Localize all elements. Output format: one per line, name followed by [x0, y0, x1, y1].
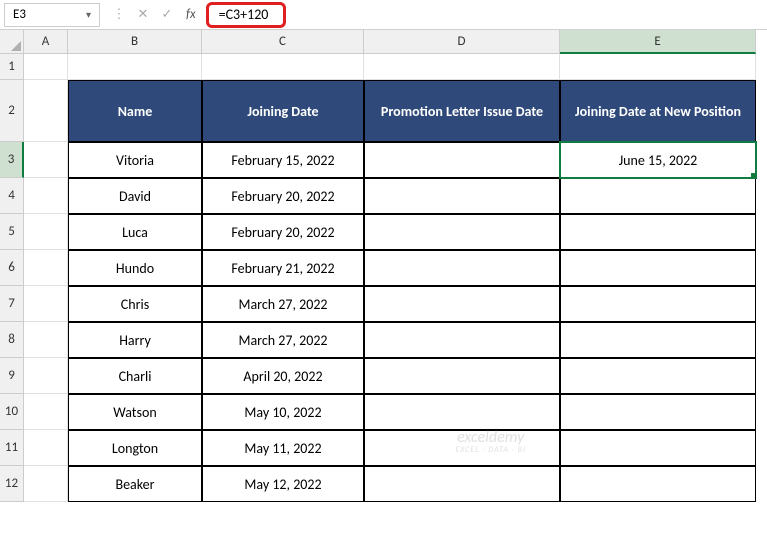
cell[interactable] — [68, 54, 202, 80]
table-cell-promotion[interactable] — [364, 394, 560, 430]
col-header-b[interactable]: B — [68, 30, 202, 54]
table-cell-promotion[interactable] — [364, 286, 560, 322]
row-header[interactable]: 10 — [0, 394, 24, 430]
row-header[interactable]: 9 — [0, 358, 24, 394]
table-cell-new-position[interactable] — [560, 250, 756, 286]
table-cell-joining[interactable]: May 11, 2022 — [202, 430, 364, 466]
table-header-name[interactable]: Name — [68, 80, 202, 142]
row-header[interactable]: 3 — [0, 142, 24, 178]
table-cell-name[interactable]: Longton — [68, 430, 202, 466]
col-header-e[interactable]: E — [560, 30, 756, 54]
table-cell-promotion[interactable] — [364, 214, 560, 250]
column-headers: A B C D E — [24, 30, 756, 54]
table-cell-promotion[interactable] — [364, 178, 560, 214]
table-cell-name[interactable]: Hundo — [68, 250, 202, 286]
cell[interactable] — [24, 142, 68, 178]
table-cell-promotion[interactable] — [364, 250, 560, 286]
table-cell-promotion[interactable] — [364, 358, 560, 394]
table-cell-joining[interactable]: February 21, 2022 — [202, 250, 364, 286]
row-header[interactable]: 12 — [0, 466, 24, 502]
table-cell-name[interactable]: Chris — [68, 286, 202, 322]
formula-input[interactable]: =C3+120 — [206, 2, 286, 28]
table-cell-new-position[interactable] — [560, 286, 756, 322]
name-box[interactable]: E3 ▾ — [4, 3, 100, 27]
table-cell-joining[interactable]: May 12, 2022 — [202, 466, 364, 502]
table-cell-new-position[interactable] — [560, 214, 756, 250]
col-header-a[interactable]: A — [24, 30, 68, 54]
table-cell-new-position[interactable] — [560, 358, 756, 394]
cell[interactable] — [24, 286, 68, 322]
cell[interactable] — [24, 54, 68, 80]
cell[interactable] — [24, 358, 68, 394]
table-cell-new-position[interactable] — [560, 430, 756, 466]
table-cell-name[interactable]: Beaker — [68, 466, 202, 502]
row-header[interactable]: 4 — [0, 178, 24, 214]
table-cell-name[interactable]: Harry — [68, 322, 202, 358]
table-cell-joining[interactable]: February 20, 2022 — [202, 178, 364, 214]
cell[interactable] — [364, 54, 560, 80]
formula-bar-buttons: ⋮ ✕ ✓ — [110, 7, 176, 22]
table-cell-joining[interactable]: April 20, 2022 — [202, 358, 364, 394]
table-cell-name[interactable]: Watson — [68, 394, 202, 430]
table-cell-promotion[interactable] — [364, 142, 560, 178]
table-cell-joining[interactable]: March 27, 2022 — [202, 286, 364, 322]
table-cell-joining[interactable]: March 27, 2022 — [202, 322, 364, 358]
table-cell-joining[interactable]: February 15, 2022 — [202, 142, 364, 178]
cell[interactable] — [24, 250, 68, 286]
select-all-corner[interactable] — [0, 30, 24, 54]
cell[interactable] — [24, 430, 68, 466]
formula-bar: E3 ▾ ⋮ ✕ ✓ fx =C3+120 — [0, 0, 767, 30]
table-cell-promotion[interactable] — [364, 430, 560, 466]
table-cell-name[interactable]: David — [68, 178, 202, 214]
table-cell-promotion[interactable] — [364, 322, 560, 358]
confirm-icon[interactable]: ✓ — [158, 7, 176, 22]
row-header[interactable]: 6 — [0, 250, 24, 286]
col-header-c[interactable]: C — [202, 30, 364, 54]
formula-text: =C3+120 — [219, 6, 269, 23]
cell[interactable] — [24, 394, 68, 430]
sep-icon: ⋮ — [110, 7, 128, 22]
row-header[interactable]: 2 — [0, 80, 24, 142]
fx-icon[interactable]: fx — [186, 7, 196, 22]
table-cell-new-position[interactable] — [560, 394, 756, 430]
cell[interactable] — [560, 54, 756, 80]
cell[interactable] — [24, 80, 68, 142]
cell[interactable] — [24, 214, 68, 250]
row-header[interactable]: 8 — [0, 322, 24, 358]
table-cell-new-position[interactable] — [560, 322, 756, 358]
table-cell-name[interactable]: Luca — [68, 214, 202, 250]
col-header-d[interactable]: D — [364, 30, 560, 54]
table-cell-joining[interactable]: May 10, 2022 — [202, 394, 364, 430]
chevron-down-icon[interactable]: ▾ — [86, 8, 91, 21]
cells-area: Name Joining Date Promotion Letter Issue… — [24, 54, 756, 502]
row-header[interactable]: 5 — [0, 214, 24, 250]
table-header-joining[interactable]: Joining Date — [202, 80, 364, 142]
table-header-new-position[interactable]: Joining Date at New Position — [560, 80, 756, 142]
name-box-cell-ref: E3 — [13, 7, 26, 22]
table-cell-joining[interactable]: February 20, 2022 — [202, 214, 364, 250]
row-header[interactable]: 1 — [0, 54, 24, 80]
cell[interactable] — [24, 322, 68, 358]
cell[interactable] — [202, 54, 364, 80]
row-header[interactable]: 11 — [0, 430, 24, 466]
table-cell-new-position[interactable]: June 15, 2022 — [560, 142, 756, 178]
table-cell-new-position[interactable] — [560, 466, 756, 502]
spreadsheet-grid: A B C D E 1 2 3 4 5 6 7 8 9 10 11 12 — [0, 30, 767, 551]
cancel-icon[interactable]: ✕ — [134, 7, 152, 22]
cell[interactable] — [24, 178, 68, 214]
table-header-promotion[interactable]: Promotion Letter Issue Date — [364, 80, 560, 142]
table-cell-new-position[interactable] — [560, 178, 756, 214]
row-headers: 1 2 3 4 5 6 7 8 9 10 11 12 — [0, 54, 24, 502]
cell[interactable] — [24, 466, 68, 502]
table-cell-name[interactable]: Vitoria — [68, 142, 202, 178]
table-cell-promotion[interactable] — [364, 466, 560, 502]
row-header[interactable]: 7 — [0, 286, 24, 322]
table-cell-name[interactable]: Charli — [68, 358, 202, 394]
